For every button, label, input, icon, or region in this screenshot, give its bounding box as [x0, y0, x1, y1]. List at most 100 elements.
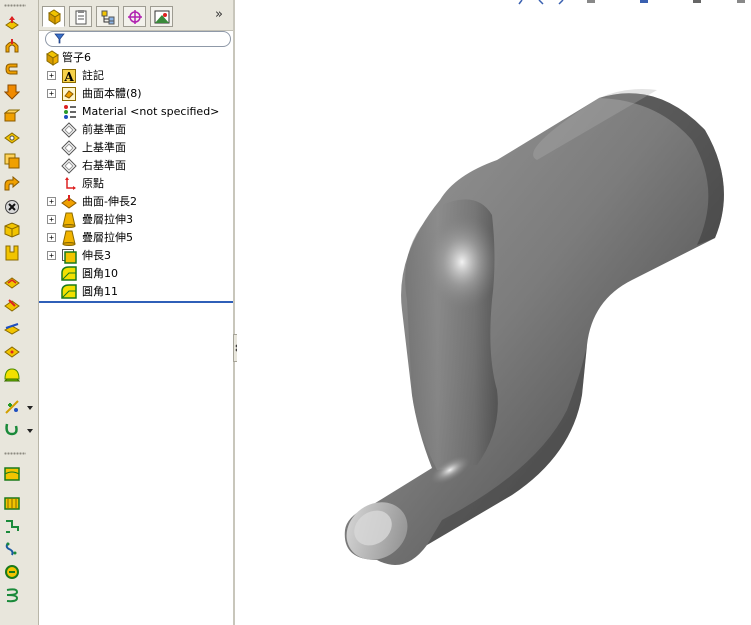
extruded-surface-button[interactable] — [3, 494, 21, 512]
planar-surface-button[interactable] — [3, 465, 21, 483]
dome-icon — [4, 368, 20, 382]
graphics-area[interactable] — [237, 0, 751, 625]
lofted-cut-icon — [4, 176, 20, 191]
tree-item-loft3[interactable]: + 疊層拉伸3 — [39, 211, 233, 229]
tree-item-surface-extrude2[interactable]: + 曲面-伸長2 — [39, 193, 233, 211]
rib-button[interactable] — [3, 244, 21, 262]
tree-item-label: Material <not specified> — [82, 105, 220, 118]
tree-root-label: 管子6 — [62, 51, 91, 64]
dimxpert-manager-tab[interactable] — [123, 6, 146, 27]
toolbar-grip[interactable] — [4, 4, 26, 7]
revolved-boss-button[interactable] — [3, 37, 21, 55]
property-manager-tab[interactable] — [69, 6, 92, 27]
tree-item-label: 曲面本體(8) — [82, 87, 142, 100]
extruded-cut-button[interactable] — [3, 106, 21, 124]
toolbar-grip[interactable] — [4, 452, 26, 455]
rib-icon — [5, 245, 19, 261]
reference-geometry-button[interactable] — [3, 398, 21, 416]
expand-toggle[interactable]: + — [47, 251, 56, 260]
mirror-icon — [4, 346, 20, 358]
tree-item-material[interactable]: Material <not specified> — [39, 103, 233, 121]
tree-item-origin[interactable]: 原點 — [39, 175, 233, 193]
feature-manager-tab[interactable] — [42, 6, 65, 27]
tree-item-label: 曲面-伸長2 — [82, 195, 137, 208]
annotations-icon: A — [62, 69, 76, 84]
tree-item-top-plane[interactable]: 上基準面 — [39, 139, 233, 157]
filter-icon — [54, 33, 65, 44]
plane-icon — [61, 140, 77, 156]
tree-item-label: 圓角11 — [82, 285, 118, 298]
tree-item-annotations[interactable]: + A 註記 — [39, 67, 233, 85]
shell-button[interactable] — [3, 221, 21, 239]
rollback-bar[interactable] — [39, 301, 233, 303]
svg-text:A: A — [63, 70, 74, 84]
tree-item-front-plane[interactable]: 前基準面 — [39, 121, 233, 139]
tree-item-surface-bodies[interactable]: + 曲面本體(8) — [39, 85, 233, 103]
mirror-button[interactable] — [3, 343, 21, 361]
tree-item-label: 圓角10 — [82, 267, 118, 280]
swept-cut-button[interactable] — [3, 152, 21, 170]
swept-cut-icon — [4, 153, 20, 169]
swept-boss-button[interactable] — [3, 60, 21, 78]
revolved-boss-icon — [5, 39, 19, 53]
material-icon — [64, 105, 76, 119]
draft-button[interactable] — [3, 320, 21, 338]
tree-item-loft5[interactable]: + 疊層拉伸5 — [39, 229, 233, 247]
helix-button[interactable] — [3, 540, 21, 558]
composite-curve-button[interactable] — [3, 563, 21, 581]
curves-icon — [5, 423, 18, 436]
configuration-manager-icon — [101, 10, 114, 24]
configuration-manager-tab[interactable] — [96, 6, 119, 27]
feature-tree-filter-input[interactable] — [45, 31, 231, 47]
tree-item-fillet10[interactable]: 圓角10 — [39, 265, 233, 283]
reference-geometry-dropdown-icon[interactable] — [27, 406, 33, 411]
expand-toggle[interactable]: + — [47, 215, 56, 224]
tree-item-fillet11[interactable]: 圓角11 — [39, 283, 233, 301]
pipe-model-view[interactable] — [237, 0, 751, 625]
composite-curve-icon — [5, 565, 19, 579]
split-line-button[interactable] — [3, 517, 21, 535]
expand-toggle[interactable]: + — [47, 197, 56, 206]
display-manager-tab[interactable] — [150, 6, 173, 27]
expand-toggle[interactable]: + — [47, 71, 56, 80]
lofted-boss-button[interactable] — [3, 83, 21, 101]
more-tabs-button[interactable]: » — [215, 7, 223, 22]
chamfer-icon — [4, 299, 20, 312]
hole-wizard-button[interactable] — [3, 198, 21, 216]
feature-manager-icon — [47, 8, 61, 25]
spiral-button[interactable] — [3, 586, 21, 604]
extruded-surface-icon — [4, 497, 20, 510]
hole-wizard-icon — [5, 200, 19, 214]
fillet-icon — [61, 284, 77, 299]
tree-item-label: 疊層拉伸5 — [82, 231, 133, 244]
revolved-cut-icon — [4, 132, 20, 144]
plane-icon — [61, 122, 77, 138]
curves-dropdown-icon[interactable] — [27, 429, 33, 434]
tree-item-label: 前基準面 — [82, 123, 126, 136]
curves-button[interactable] — [3, 421, 21, 439]
chamfer-button[interactable] — [3, 297, 21, 315]
display-manager-icon — [154, 10, 169, 23]
revolved-cut-button[interactable] — [3, 129, 21, 147]
pipe-body — [344, 89, 724, 565]
lofted-cut-button[interactable] — [3, 175, 21, 193]
planar-surface-icon — [4, 467, 20, 481]
tree-item-label: 原點 — [82, 177, 104, 190]
tree-item-extrude3[interactable]: + 伸長3 — [39, 247, 233, 265]
extrude-icon — [62, 249, 77, 264]
dome-button[interactable] — [3, 366, 21, 384]
tree-item-label: 疊層拉伸3 — [82, 213, 133, 226]
extruded-boss-button[interactable] — [3, 14, 21, 32]
fillet-button[interactable] — [3, 274, 21, 292]
dimxpert-icon — [127, 9, 142, 24]
loft-icon — [62, 212, 76, 228]
expand-toggle[interactable]: + — [47, 233, 56, 242]
manager-tab-bar: » — [39, 0, 233, 31]
tree-item-right-plane[interactable]: 右基準面 — [39, 157, 233, 175]
fillet-icon — [4, 277, 20, 289]
tree-root-part[interactable]: 管子6 — [39, 49, 233, 67]
loft-icon — [62, 230, 76, 246]
surface-bodies-icon — [62, 87, 76, 101]
expand-toggle[interactable]: + — [47, 89, 56, 98]
extruded-cut-icon — [4, 109, 20, 122]
